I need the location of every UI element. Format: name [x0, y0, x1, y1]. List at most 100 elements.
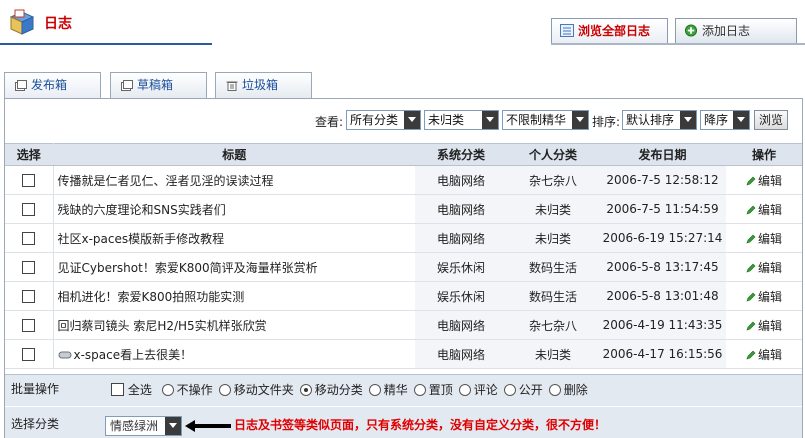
row-checkbox[interactable]: [22, 290, 36, 303]
row-select-cell: [5, 281, 54, 311]
pencil-icon: [746, 234, 756, 244]
row-date: 2006-6-19 15:27:14: [599, 223, 726, 253]
row-title-text[interactable]: 见证Cybershot！索爱K800简评及海量样张赏析: [58, 261, 318, 275]
pencil-icon: [746, 321, 756, 331]
row-checkbox[interactable]: [22, 174, 36, 187]
row-edit-link[interactable]: 编辑: [726, 310, 802, 340]
batch-option-label: 精华: [383, 383, 408, 397]
row-edit-label[interactable]: 编辑: [758, 261, 782, 275]
row-edit-link[interactable]: 编辑: [726, 339, 802, 369]
batch-option-radio[interactable]: [548, 383, 561, 396]
row-personal-category: 未归类: [507, 339, 599, 369]
row-system-category: 娱乐休闲: [415, 252, 507, 282]
batch-option-radio[interactable]: [458, 383, 471, 396]
row-checkbox[interactable]: [22, 203, 36, 216]
select-all-checkbox[interactable]: [111, 383, 124, 396]
row-date: 2006-5-8 13:17:45: [599, 252, 726, 282]
row-edit-label[interactable]: 编辑: [758, 232, 782, 246]
chevron-down-icon: [680, 111, 696, 129]
row-title[interactable]: 回归蔡司镜头 索尼H2/H5实机样张欣赏: [53, 310, 415, 340]
row-title-text[interactable]: 相机进化！索爱K800拍照功能实测: [58, 290, 245, 304]
row-edit-label[interactable]: 编辑: [758, 174, 782, 188]
col-personal-category: 个人分类: [507, 143, 599, 166]
row-title[interactable]: 相机进化！索爱K800拍照功能实测: [53, 281, 415, 311]
batch-options: 全选 不操作 移动文件夹 移动分类 精华 置顶 评论 公开 删除: [111, 381, 588, 398]
pencil-icon: [746, 205, 756, 215]
row-title-text[interactable]: 残缺的六度理论和SNS实践者们: [58, 203, 226, 217]
row-checkbox[interactable]: [22, 348, 36, 361]
row-title[interactable]: 传播就是仁者见仁、淫者见淫的误读过程: [53, 165, 415, 195]
log-list-panel: 查看: 所有分类 未归类 不限制精华 排序: 默认排序 降序 浏览 选择 标题 …: [4, 98, 803, 438]
row-select-cell: [5, 223, 54, 253]
category-select[interactable]: 所有分类: [346, 110, 421, 130]
select-all-label: 全选: [127, 383, 152, 397]
pencil-icon: [746, 350, 756, 360]
row-edit-label[interactable]: 编辑: [758, 319, 782, 333]
chevron-down-icon: [404, 111, 420, 129]
tab-trash[interactable]: 垃圾箱: [215, 72, 312, 98]
row-select-cell: [5, 339, 54, 369]
left-arrow-icon: [185, 420, 231, 432]
batch-option-radio[interactable]: [161, 383, 174, 396]
batch-option-radio[interactable]: [218, 383, 231, 396]
table-header-row: 选择 标题 系统分类 个人分类 发布日期 操作: [5, 143, 802, 166]
row-personal-category: 未归类: [507, 194, 599, 224]
row-title[interactable]: 残缺的六度理论和SNS实践者们: [53, 194, 415, 224]
browse-button[interactable]: 浏览: [754, 110, 789, 130]
featured-select-value: 不限制精华: [506, 113, 567, 127]
tab-browse-label: 浏览全部日志: [578, 24, 651, 38]
row-checkbox[interactable]: [22, 232, 36, 245]
row-edit-link[interactable]: 编辑: [726, 223, 802, 253]
row-title-text[interactable]: 回归蔡司镜头 索尼H2/H5实机样张欣赏: [58, 319, 267, 333]
batch-option-label: 评论: [473, 383, 498, 397]
tab-add-log[interactable]: 添加日志: [675, 18, 797, 44]
row-select-cell: [5, 194, 54, 224]
order-select[interactable]: 降序: [700, 110, 750, 130]
category-select-value: 所有分类: [350, 113, 399, 127]
sort-select-value: 默认排序: [626, 113, 675, 127]
pencil-icon: [746, 292, 756, 302]
filter-bar: 查看: 所有分类 未归类 不限制精华 排序: 默认排序 降序 浏览: [5, 107, 802, 133]
row-edit-label[interactable]: 编辑: [758, 203, 782, 217]
batch-option-radio[interactable]: [299, 383, 312, 396]
row-edit-link[interactable]: 编辑: [726, 194, 802, 224]
row-system-category: 电脑网络: [415, 310, 507, 340]
tab-outbox[interactable]: 发布箱: [4, 72, 101, 98]
row-edit-label[interactable]: 编辑: [758, 290, 782, 304]
row-edit-link[interactable]: 编辑: [726, 281, 802, 311]
row-title[interactable]: 见证Cybershot！索爱K800简评及海量样张赏析: [53, 252, 415, 282]
row-checkbox[interactable]: [22, 261, 36, 274]
row-select-cell: [5, 165, 54, 195]
row-edit-link[interactable]: 编辑: [726, 252, 802, 282]
chevron-down-icon: [482, 111, 498, 129]
pencil-icon: [746, 263, 756, 273]
row-title[interactable]: x-space看上去很美！: [53, 339, 415, 369]
col-select: 选择: [5, 143, 54, 166]
sort-label: 排序:: [592, 115, 621, 129]
row-edit-link[interactable]: 编辑: [726, 165, 802, 195]
row-title[interactable]: 社区x-paces模版新手修改教程: [53, 223, 415, 253]
sort-select[interactable]: 默认排序: [622, 110, 697, 130]
chevron-down-icon: [733, 111, 749, 129]
featured-select[interactable]: 不限制精华: [502, 110, 589, 130]
tab-drafts[interactable]: 草稿箱: [110, 72, 207, 98]
batch-option-radio[interactable]: [413, 383, 426, 396]
personal-category-select[interactable]: 未归类: [424, 110, 499, 130]
row-date: 2006-4-19 11:43:35: [599, 310, 726, 340]
tab-baseline: [551, 43, 805, 45]
table-row: 见证Cybershot！索爱K800简评及海量样张赏析 娱乐休闲 数码生活 2006-…: [5, 252, 802, 282]
batch-option-radio[interactable]: [368, 383, 381, 396]
row-title-text[interactable]: x-space看上去很美！: [74, 348, 193, 362]
tab-browse-all[interactable]: 浏览全部日志: [551, 18, 668, 44]
annotation-note: 日志及书签等类似页面，只有系统分类，没有自定义分类，很不方便！: [234, 418, 607, 432]
row-title-text[interactable]: 传播就是仁者见仁、淫者见淫的误读过程: [58, 174, 274, 188]
row-system-category: 电脑网络: [415, 194, 507, 224]
batch-option-radio[interactable]: [503, 383, 516, 396]
row-title-text[interactable]: 社区x-paces模版新手修改教程: [58, 232, 225, 246]
table-row: 残缺的六度理论和SNS实践者们 电脑网络 未归类 2006-7-5 11:54:59 编…: [5, 194, 802, 224]
target-category-select[interactable]: 情感绿洲: [105, 416, 182, 436]
row-edit-label[interactable]: 编辑: [758, 348, 782, 362]
row-checkbox[interactable]: [22, 319, 36, 332]
outbox-icon: [15, 80, 27, 91]
row-personal-category: 数码生活: [507, 281, 599, 311]
